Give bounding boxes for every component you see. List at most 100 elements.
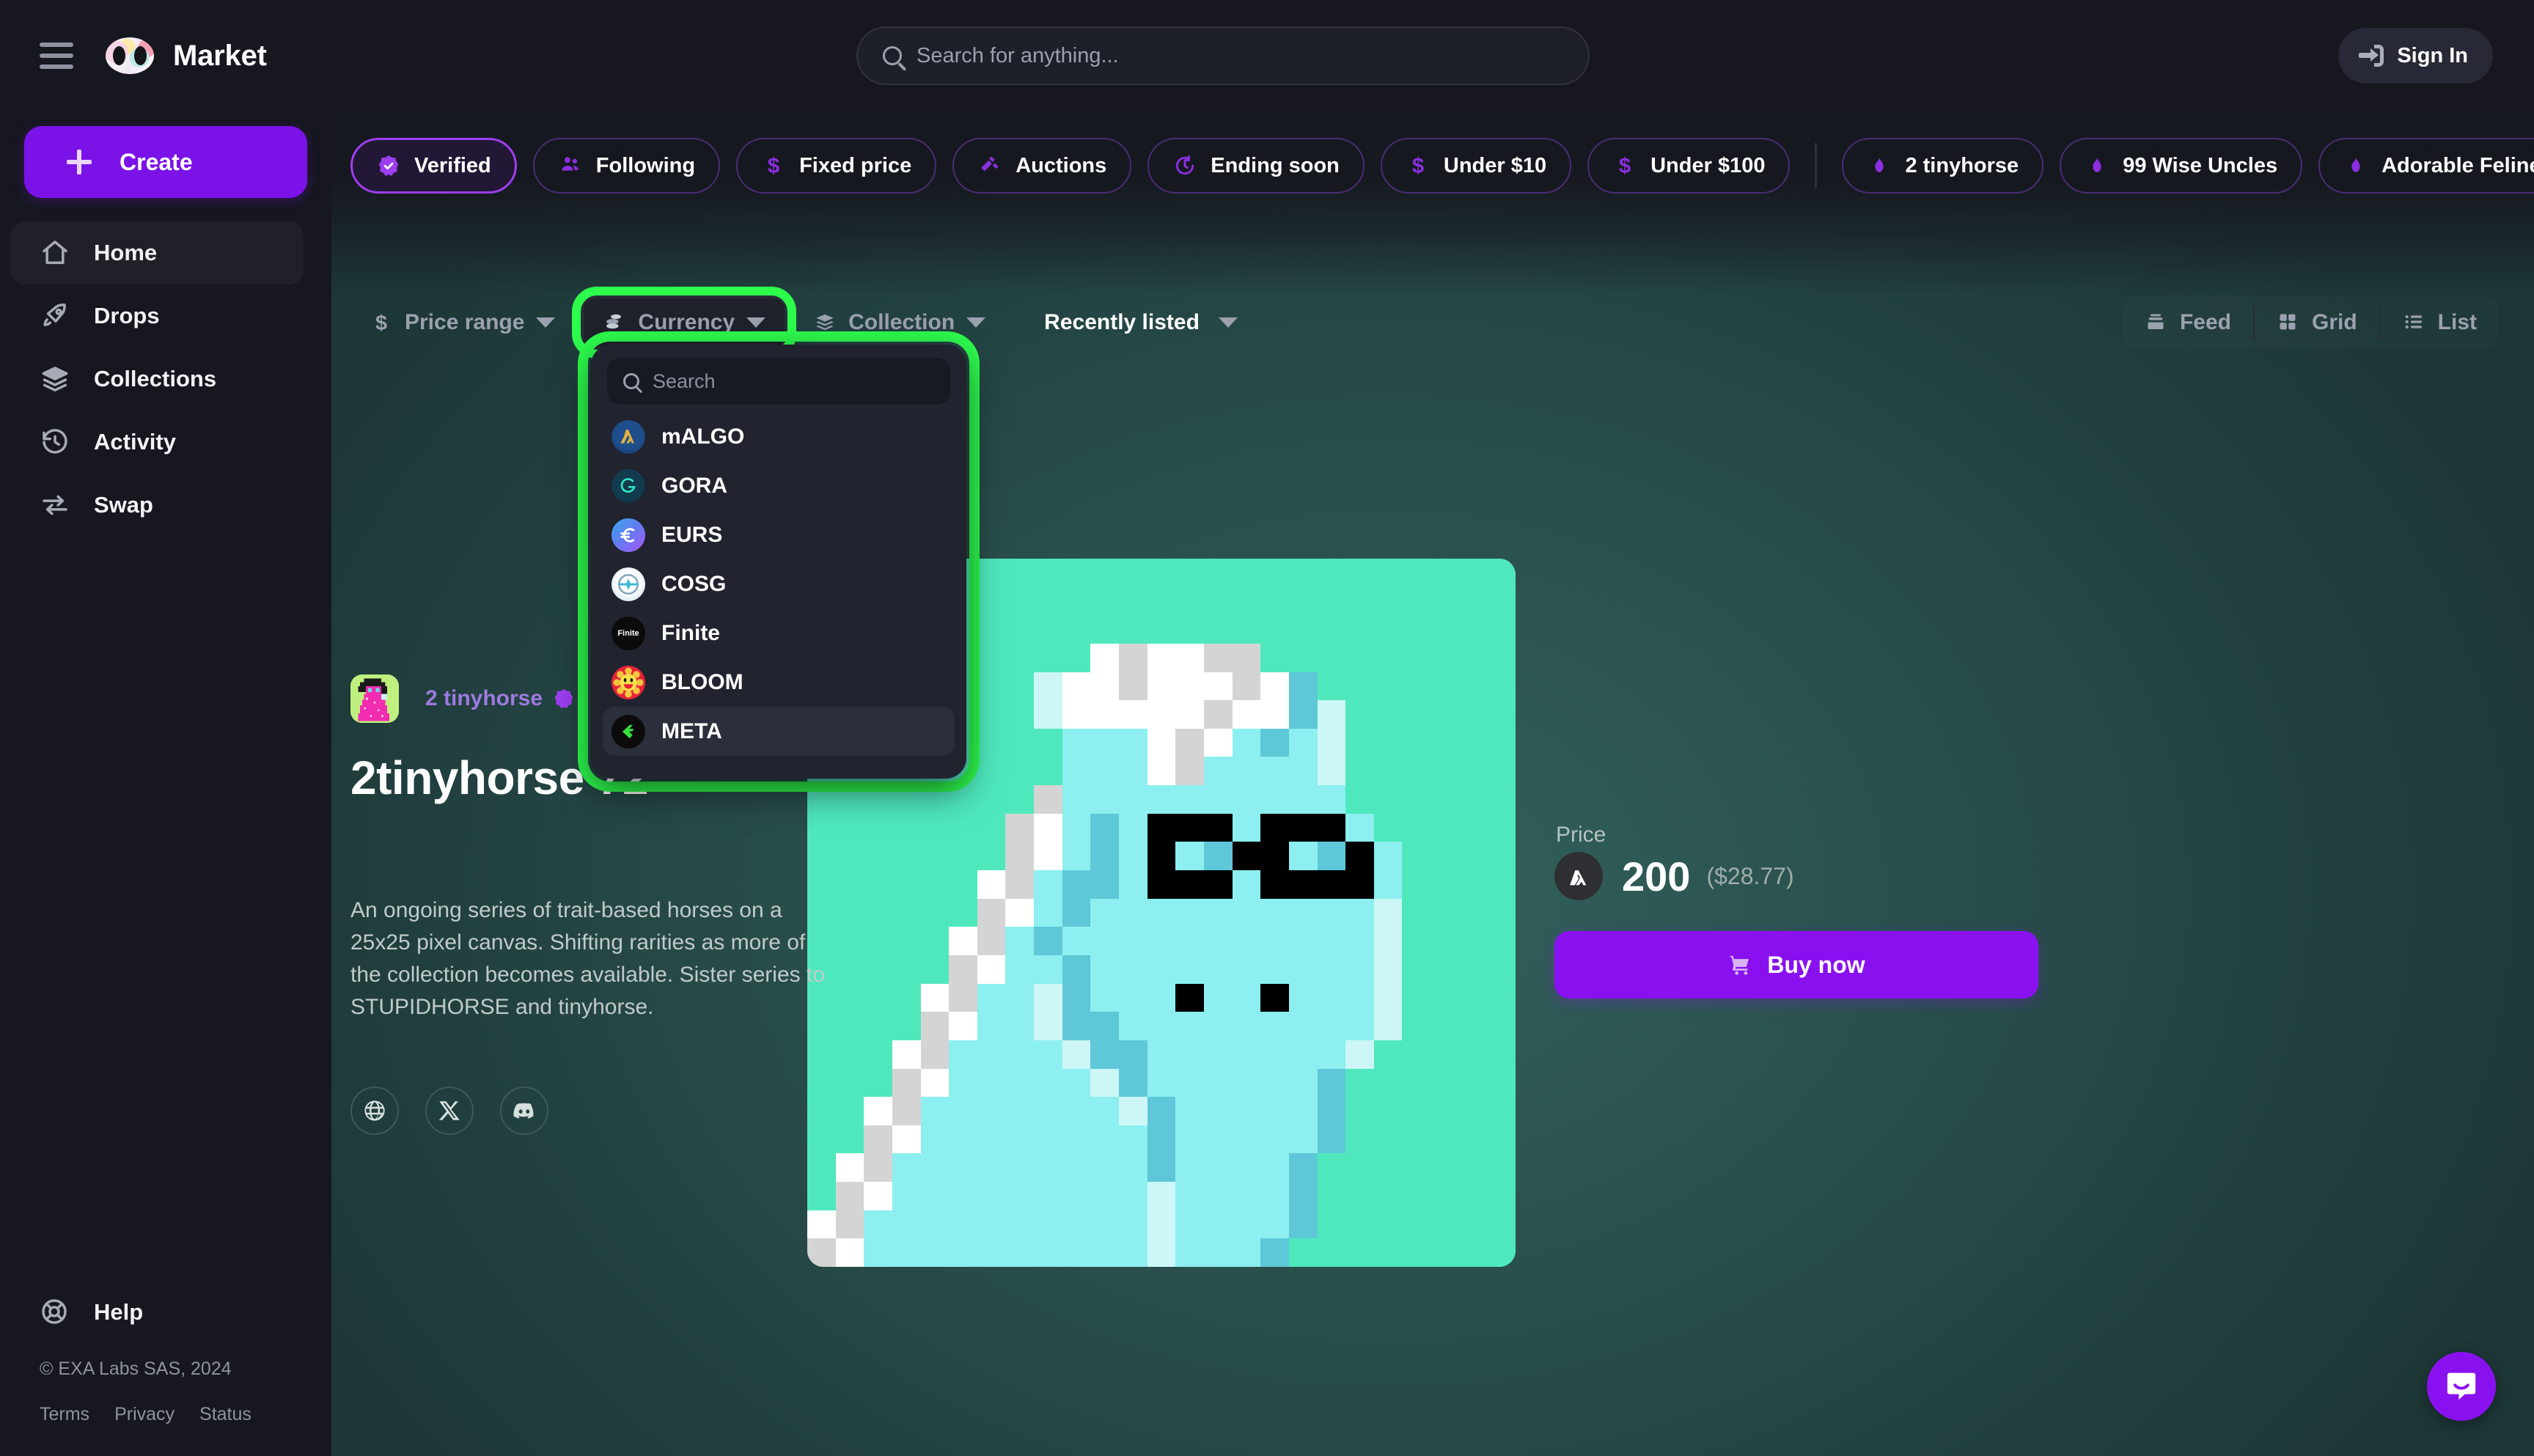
collection-link[interactable]: 2 tinyhorse [350,674,575,723]
currency-option-meta[interactable]: META [603,707,955,756]
currency-search-input[interactable]: Search [607,358,950,405]
filter-chips-row: Verified Following $ Fixed price Auction… [350,111,2534,221]
view-toggle-feed-label: Feed [2179,310,2231,334]
currency-option-cosg[interactable]: COSG [603,559,955,608]
sidebar: Create Home Drops Collections Activity S… [0,111,331,1456]
svg-text:$: $ [1412,154,1424,177]
item-description: An ongoing series of trait-based horses … [350,898,825,1020]
pink-horse-avatar [350,674,399,723]
search-input[interactable]: Search for anything... [856,26,1590,85]
chip-verified[interactable]: Verified [350,138,517,194]
gora-token-icon [612,468,645,503]
collection-button[interactable]: Collection [794,296,1005,349]
chevron-down-icon [746,317,766,328]
sidebar-item-swap[interactable]: Swap [10,474,304,537]
chip-under-10[interactable]: $ Under $10 [1380,138,1572,194]
search-icon [623,373,639,389]
chip-following-label: Following [595,153,696,177]
sidebar-item-drops[interactable]: Drops [10,284,304,348]
chip-under-100[interactable]: $ Under $100 [1587,138,1791,194]
global-search[interactable]: Search for anything... [856,26,1590,85]
toolbar-filters: $ Price range Currency Collection Recent… [350,287,1257,359]
chip-adorable-felines[interactable]: Adorable Felines [2318,138,2534,194]
lifebuoy-icon [40,1297,70,1328]
sidebar-item-home[interactable]: Home [10,221,304,284]
buy-now-button[interactable]: Buy now [1554,931,2038,999]
main-content: Verified Following $ Fixed price Auction… [331,111,2534,1456]
currency-option-bloom[interactable]: BLOOM [603,658,955,707]
social-link-website[interactable] [350,1087,399,1135]
currency-option-eurs-label: EURS [661,522,723,547]
hamburger-icon[interactable] [40,43,73,69]
gavel-icon [977,153,1002,178]
social-link-discord[interactable] [500,1087,548,1135]
layers-icon [813,311,837,334]
svg-text:$: $ [375,312,387,334]
grid-icon [2277,312,2300,334]
malgo-token-icon [612,419,645,454]
algorand-icon [1554,852,1603,900]
chip-ending-soon[interactable]: Ending soon [1147,138,1365,194]
view-toggle-grid-label: Grid [2311,310,2357,334]
chip-2-tinyhorse[interactable]: 2 tinyhorse [1842,138,2044,194]
timer-icon [1172,153,1197,178]
view-toggle-list[interactable]: List [2381,296,2499,349]
currency-button[interactable]: Currency [572,287,797,359]
currency-option-malgo-label: mALGO [661,424,745,449]
view-toggle-group: Feed Grid List [2123,296,2499,349]
legal-link-privacy[interactable]: Privacy [114,1404,175,1425]
currency-option-cosg-label: COSG [661,571,727,596]
chip-fixed-price-label: Fixed price [799,153,912,177]
login-icon [2359,45,2384,67]
view-toggle-grid[interactable]: Grid [2255,296,2379,349]
collection-name: 2 tinyhorse [425,686,543,710]
search-icon [883,46,902,65]
legal-link-status[interactable]: Status [199,1404,251,1425]
sidebar-item-collections[interactable]: Collections [10,348,304,411]
currency-option-gora[interactable]: GORA [603,461,955,510]
rocket-icon [40,301,70,331]
chip-following[interactable]: Following [532,138,721,194]
chip-fixed-price[interactable]: $ Fixed price [736,138,937,194]
search-placeholder: Search for anything... [917,43,1119,67]
exa-infinity-logo[interactable] [106,37,154,74]
sign-in-button[interactable]: Sign In [2338,28,2493,84]
create-label: Create [120,148,193,175]
sort-button[interactable]: Recently listed [1025,296,1257,349]
create-button[interactable]: Create [24,126,307,198]
currency-dropdown: Search mALGO GORA EURS COSG Finite Finit… [578,331,980,792]
collection-label: Collection [848,310,955,334]
flame-icon [2085,153,2109,178]
view-toggle-feed[interactable]: Feed [2123,296,2253,349]
chip-auctions-label: Auctions [1016,153,1107,177]
currency-dropdown-panel: Search mALGO GORA EURS COSG Finite Finit… [591,345,966,779]
currency-search-placeholder: Search [653,369,716,392]
chip-auctions[interactable]: Auctions [952,138,1132,194]
finite-token-icon: Finite [612,616,645,650]
currency-option-malgo[interactable]: mALGO [603,412,955,461]
intercom-chat-button[interactable] [2427,1352,2496,1421]
eurs-token-icon [612,518,645,552]
discord-icon [513,1103,534,1119]
buy-now-label: Buy now [1767,951,1865,978]
hamburger-bar-3 [40,65,73,69]
meta-token-icon [612,714,645,749]
currency-option-bloom-label: BLOOM [661,669,743,694]
legal-links: Terms Privacy Status [40,1404,251,1425]
plus-icon [67,150,92,174]
verified-badge-icon [376,153,401,178]
sidebar-item-activity[interactable]: Activity [10,411,304,474]
sidebar-item-help[interactable]: Help [10,1283,304,1342]
social-link-twitter[interactable] [425,1087,474,1135]
chip-99-wise-uncles[interactable]: 99 Wise Uncles [2060,138,2303,194]
currency-label: Currency [638,310,735,334]
currency-option-finite-label: Finite [661,620,720,645]
currency-option-eurs[interactable]: EURS [603,510,955,559]
legal-link-terms[interactable]: Terms [40,1404,89,1425]
currency-option-finite[interactable]: Finite Finite [603,608,955,658]
sidebar-item-activity-label: Activity [94,429,176,455]
feed-icon [2145,312,2168,334]
svg-text:$: $ [768,154,779,177]
globe-icon [364,1100,385,1121]
price-range-button[interactable]: $ Price range [350,296,574,349]
